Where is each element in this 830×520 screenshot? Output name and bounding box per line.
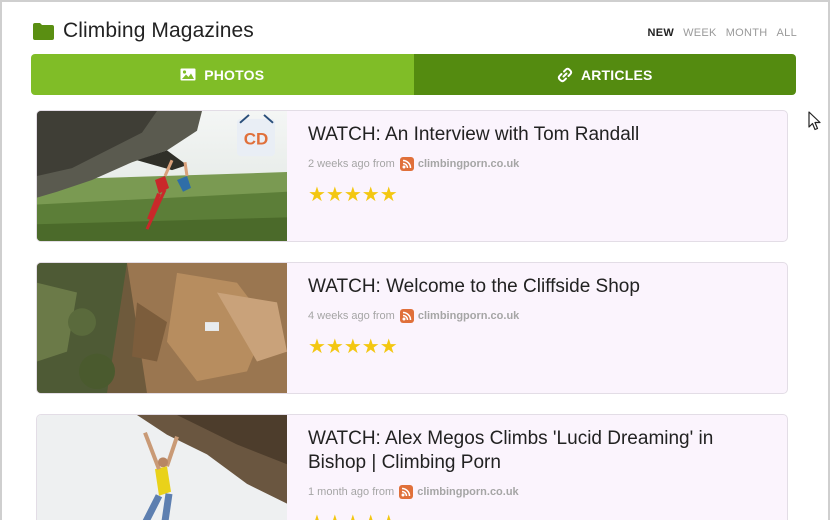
article-age: 2 weeks ago from <box>308 158 395 170</box>
article-source-link[interactable]: climbingporn.co.uk <box>418 158 519 170</box>
content-type-tabs: PHOTOS ARTICLES <box>31 54 796 95</box>
tab-articles[interactable]: ARTICLES <box>413 54 796 95</box>
star-rating[interactable]: ★★★★★ <box>308 510 775 520</box>
page-title: Climbing Magazines <box>63 19 254 42</box>
article-age: 4 weeks ago from <box>308 310 395 322</box>
filter-month[interactable]: MONTH <box>726 27 768 39</box>
article-card[interactable]: WATCH: Alex Megos Climbs 'Lucid Dreaming… <box>36 414 788 520</box>
article-body: WATCH: Welcome to the Cliffside Shop 4 w… <box>308 263 775 359</box>
article-thumbnail[interactable] <box>37 415 287 520</box>
tab-photos[interactable]: PHOTOS <box>31 54 414 95</box>
tab-articles-label: ARTICLES <box>580 66 653 83</box>
article-body: WATCH: Alex Megos Climbs 'Lucid Dreaming… <box>308 415 775 520</box>
page-header: Climbing Magazines NEW WEEK MONTH ALL <box>31 16 797 48</box>
cd-badge: CD <box>244 130 269 149</box>
filter-new[interactable]: NEW <box>648 27 675 39</box>
article-meta: 2 weeks ago from climbingporn.co.uk <box>308 157 775 171</box>
image-icon <box>180 68 196 81</box>
folder-icon <box>33 23 54 40</box>
star-rating[interactable]: ★★★★★ <box>308 182 775 207</box>
mouse-cursor-icon <box>808 111 821 131</box>
link-icon <box>557 67 573 82</box>
tab-photos-label: PHOTOS <box>204 66 265 83</box>
article-age: 1 month ago from <box>308 486 395 498</box>
article-card[interactable]: CD WATCH: An Interview with Tom Randall … <box>36 110 788 242</box>
article-thumbnail[interactable] <box>37 263 287 393</box>
time-filter-bar: NEW WEEK MONTH ALL <box>639 27 797 39</box>
article-card[interactable]: WATCH: Welcome to the Cliffside Shop 4 w… <box>36 262 788 394</box>
rss-icon <box>399 157 414 171</box>
filter-all[interactable]: ALL <box>777 27 797 39</box>
rss-icon <box>399 309 414 323</box>
article-meta: 4 weeks ago from climbingporn.co.uk <box>308 309 775 323</box>
article-source-link[interactable]: climbingporn.co.uk <box>418 310 519 322</box>
article-title[interactable]: WATCH: Alex Megos Climbs 'Lucid Dreaming… <box>308 427 775 475</box>
article-meta: 1 month ago from climbingporn.co.uk <box>308 485 775 499</box>
article-thumbnail[interactable]: CD <box>37 111 287 241</box>
rss-icon <box>399 485 414 499</box>
article-title[interactable]: WATCH: An Interview with Tom Randall <box>308 123 775 147</box>
star-rating[interactable]: ★★★★★ <box>308 334 775 359</box>
article-source-link[interactable]: climbingporn.co.uk <box>417 486 518 498</box>
filter-week[interactable]: WEEK <box>683 27 717 39</box>
article-title[interactable]: WATCH: Welcome to the Cliffside Shop <box>308 275 775 299</box>
article-body: WATCH: An Interview with Tom Randall 2 w… <box>308 111 775 207</box>
